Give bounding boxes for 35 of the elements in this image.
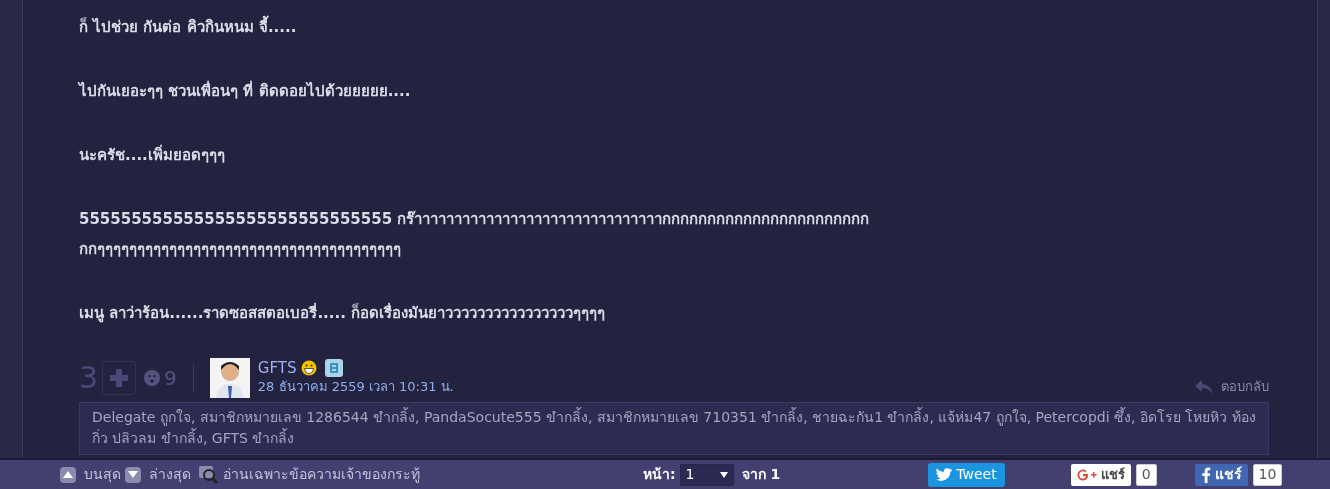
facebook-icon <box>1200 466 1211 483</box>
face-icon <box>144 370 161 386</box>
score: 3 <box>79 363 99 393</box>
facebook-share-button[interactable]: แชร์ <box>1194 463 1248 486</box>
plus-icon <box>109 368 130 388</box>
post-date: 28 ธันวาคม 2559 เวลา 10:31 น. <box>257 378 455 397</box>
post-paragraph: 555555555555555555555555555555 กร๊าาาาาาาาาาาาาาาาาาาาาาาาาาาาาาากกกกกกกกกกกกกกกกกกกกกกก กกๆๆๆๆๆๆๆๆๆๆๆๆๆๆๆๆๆๆๆๆๆๆๆๆๆๆๆๆๆๆๆๆๆๆๆๆๆๆ <box>79 209 871 260</box>
reactions-list: Delegate ถูกใจ, สมาชิกหมายเลข 1286544 ขำกลิ้ง, PandaSocute555 ขำกลิ้ง, สมาชิกหมายเลข 710351 ขำกลิ้ง, ชายฉะกัน1 ขำกลิ้ง, แจ้ห่ม47 ถูกใจ, Petercopdi ซึ้ง, อิดโรย โหยหิว ท้องกิ่ว ปลิวลม ขำกลิ้ง, GFTS ขำกลิ้ง <box>79 402 1269 455</box>
top-link[interactable]: บนสุด <box>84 464 121 485</box>
down-arrow-icon <box>128 471 138 478</box>
facebook-share-count: 10 <box>1252 463 1283 486</box>
avatar <box>209 358 250 398</box>
up-button[interactable] <box>60 466 76 483</box>
down-button[interactable] <box>125 466 141 483</box>
badge-icon <box>324 359 343 378</box>
page-label: หน้า: <box>643 465 676 484</box>
caret-icon <box>719 471 728 478</box>
google-share-button[interactable]: แชร์ <box>1070 463 1131 486</box>
reaction-count: 9 <box>164 365 177 392</box>
bottom-link[interactable]: ล่างสุด <box>149 464 191 485</box>
author-name[interactable]: GFTS <box>257 360 297 377</box>
post-paragraph: เมนู ลาว่าร้อน......ราดซอสสตอเบอรี่..... ก็อดเรื่องมันยาววววววววววววววววๆๆๆๆ <box>79 301 607 325</box>
grin-icon <box>300 360 317 377</box>
post-paragraph: ไปกันเยอะๆๆ ชวนเพื่อนๆ ที่ ติดดอยไปด้วยยยยย.... <box>79 79 412 102</box>
tweet-button[interactable]: Tweet <box>928 462 1005 487</box>
bird-icon <box>936 468 953 481</box>
search-icon[interactable] <box>199 465 219 484</box>
page-select[interactable]: 1 <box>679 463 734 486</box>
page-total: จาก 1 <box>741 465 781 484</box>
up-arrow-icon <box>63 471 73 478</box>
post-paragraph: นะครัช....เพิ่มยอดๆๆๆ <box>79 143 226 166</box>
owner-posts-link[interactable]: อ่านเฉพาะข้อความเจ้าของกระทู้ <box>223 464 420 485</box>
post-paragraph: ก็ ไปช่วย กันต่อ คิวกินหนม จี้..... <box>79 12 1317 42</box>
reply-link[interactable]: ตอบกลับ <box>1221 377 1269 397</box>
google-share-count: 0 <box>1135 463 1157 486</box>
